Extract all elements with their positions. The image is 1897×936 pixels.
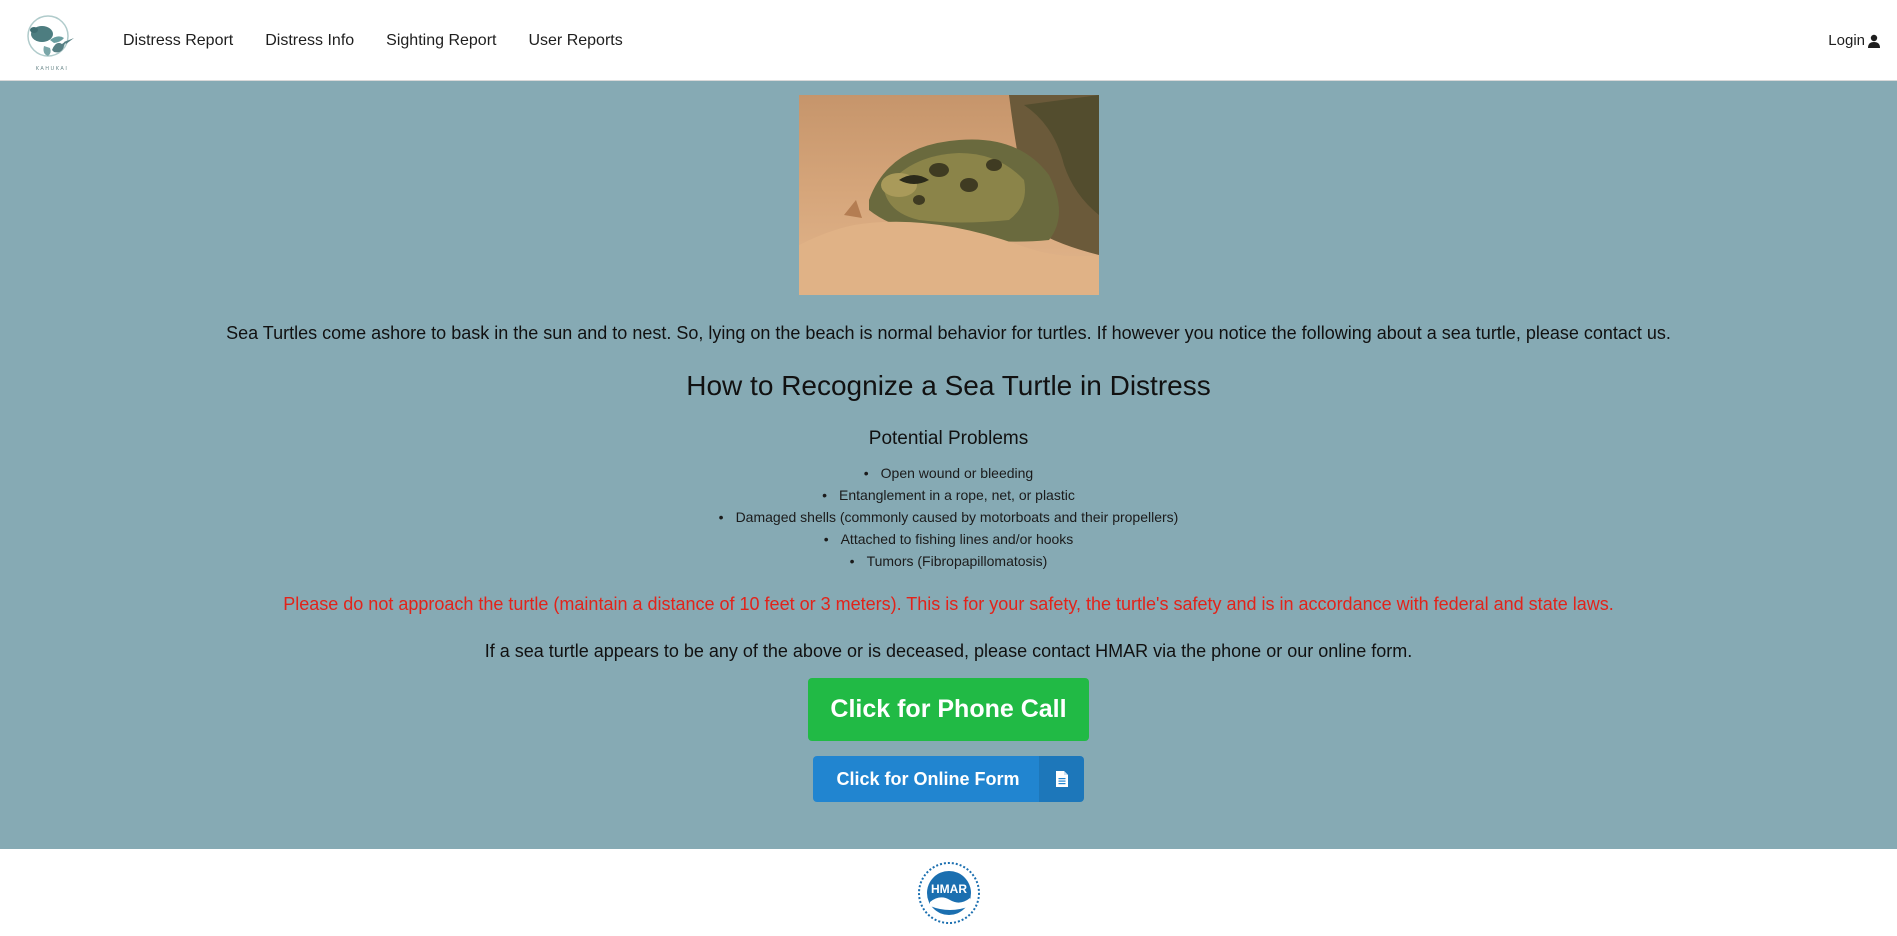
- main-nav: Distress Report Distress Info Sighting R…: [123, 0, 655, 81]
- kahukai-logo-icon[interactable]: KAHUKAI: [20, 10, 84, 72]
- main-content: Sea Turtles come ashore to bask in the s…: [0, 81, 1897, 849]
- page-title: How to Recognize a Sea Turtle in Distres…: [686, 370, 1211, 401]
- hmar-logo-text: HMAR: [931, 882, 967, 896]
- nav-distress-info[interactable]: Distress Info: [265, 32, 354, 50]
- page-footer: HMAR: [0, 849, 1897, 936]
- list-item: Attached to fishing lines and/or hooks: [719, 528, 1179, 550]
- list-item: Entanglement in a rope, net, or plastic: [719, 484, 1179, 506]
- nav-user-reports[interactable]: User Reports: [528, 32, 622, 50]
- user-icon: [1868, 34, 1880, 48]
- online-form-button[interactable]: Click for Online Form: [813, 756, 1084, 802]
- contact-text: If a sea turtle appears to be any of the…: [484, 641, 1413, 661]
- problems-heading: Potential Problems: [868, 428, 1029, 449]
- list-item: Tumors (Fibropapillomatosis): [719, 550, 1179, 572]
- intro-text: Sea Turtles come ashore to bask in the s…: [226, 323, 1671, 343]
- hmar-logo-icon[interactable]: HMAR: [917, 862, 980, 936]
- safety-warning: Please do not approach the turtle (maint…: [283, 594, 1614, 614]
- list-item: Open wound or bleeding: [719, 462, 1179, 484]
- logo-text: KAHUKAI: [36, 66, 69, 72]
- list-item: Damaged shells (commonly caused by motor…: [719, 506, 1179, 528]
- login-label: Login: [1828, 32, 1865, 49]
- problems-list: Open wound or bleeding Entanglement in a…: [719, 462, 1179, 572]
- nav-sighting-report[interactable]: Sighting Report: [386, 32, 496, 50]
- login-link[interactable]: Login: [1828, 0, 1881, 81]
- online-form-label: Click for Online Form: [836, 768, 1020, 789]
- nav-distress-report[interactable]: Distress Report: [123, 32, 233, 50]
- phone-call-button[interactable]: Click for Phone Call: [808, 678, 1089, 741]
- document-icon: [1039, 756, 1084, 802]
- top-navbar: KAHUKAI Distress Report Distress Info Si…: [0, 0, 1897, 81]
- sea-turtle-photo: [798, 95, 1099, 295]
